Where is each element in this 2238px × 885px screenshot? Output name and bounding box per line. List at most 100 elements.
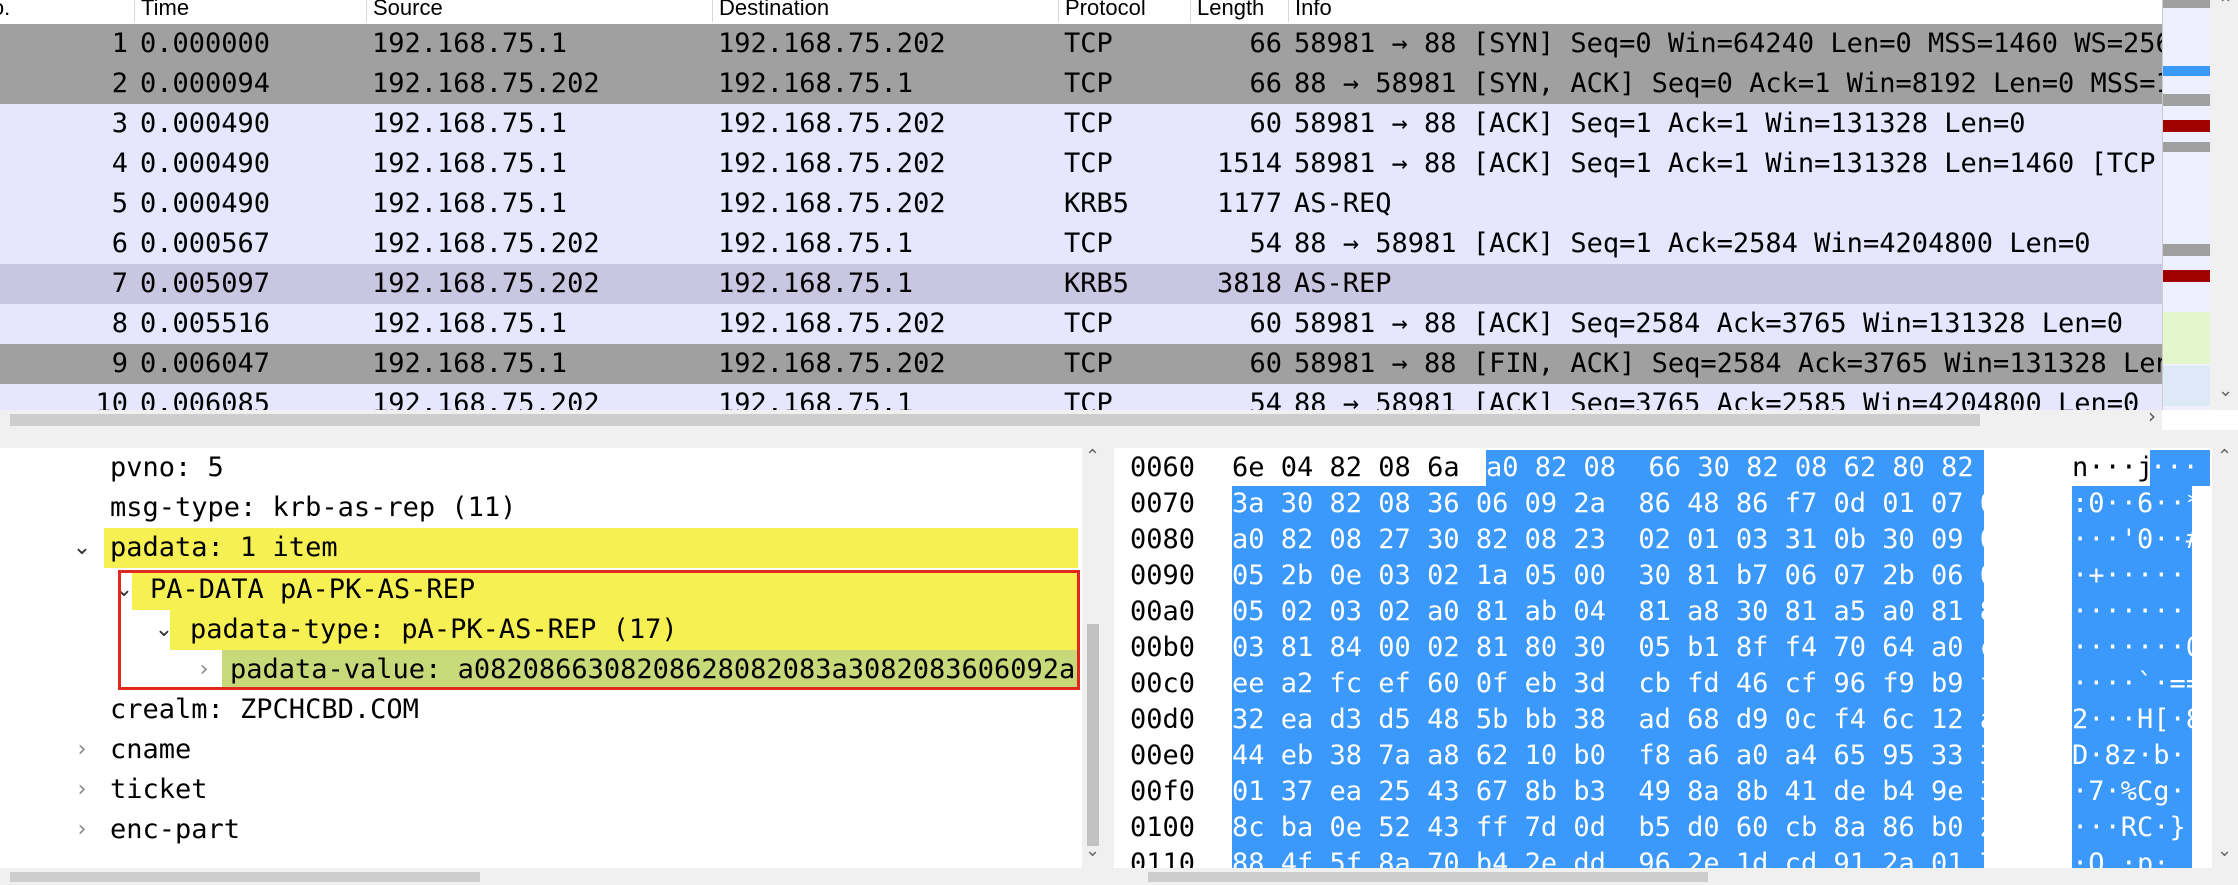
byte-ascii-selected[interactable]: ·7·%Cg·· bbox=[2072, 774, 2202, 810]
chevron-down-icon[interactable]: ⌄ bbox=[2218, 380, 2233, 401]
minimap-mark bbox=[2163, 270, 2211, 282]
chevron-up-icon[interactable]: ⌃ bbox=[1085, 448, 1100, 467]
chevron-down-icon[interactable]: ⌄ bbox=[1085, 840, 1100, 861]
column-header-time[interactable]: Time bbox=[134, 0, 363, 22]
detail-row-padata-value[interactable]: › padata-value: a0820866308208628082083a… bbox=[192, 650, 1078, 690]
column-header-no[interactable]: No. bbox=[0, 0, 106, 22]
detail-text: msg-type: krb-as-rep (11) bbox=[110, 492, 517, 523]
column-header-label: Length bbox=[1197, 0, 1265, 20]
byte-row: 0060 6e 04 82 08 6a a0 82 08 66 30 82 08 … bbox=[1114, 450, 2238, 486]
packet-bytes-pane[interactable]: 0060 6e 04 82 08 6a a0 82 08 66 30 82 08 … bbox=[1114, 448, 2238, 868]
column-header-length[interactable]: Length bbox=[1190, 0, 1287, 22]
packet-details-pane[interactable]: pvno: 5 msg-type: krb-as-rep (11) ⌄ pada… bbox=[0, 448, 1104, 868]
byte-ascii-selected[interactable]: ·O_·p·.· bbox=[2072, 846, 2202, 868]
packet-row[interactable]: 8 0.005516 192.168.75.1 192.168.75.202 TCP 60… bbox=[0, 304, 2162, 344]
packet-time: 0.000567 bbox=[140, 228, 271, 259]
packet-no: 1 bbox=[111, 28, 128, 59]
column-header-destination[interactable]: Destination bbox=[712, 0, 1059, 22]
scroll-right-arrow-icon[interactable]: › bbox=[2148, 404, 2156, 428]
byte-hex-selected[interactable]: 3a 30 82 08 36 06 09 2a 86 48 86 f7 0d 0… bbox=[1232, 486, 2012, 522]
byte-ascii-selected[interactable]: ···'0··# bbox=[2072, 522, 2202, 558]
chevron-down-icon[interactable]: ⌄ bbox=[152, 610, 176, 650]
packet-minimap[interactable] bbox=[2162, 0, 2211, 410]
byte-ascii-unselected[interactable]: n···j bbox=[2072, 450, 2153, 486]
chevron-down-icon[interactable]: ⌄ bbox=[70, 528, 94, 568]
packet-info: AS-REQ bbox=[1294, 188, 1392, 219]
byte-hex-selected[interactable]: a0 82 08 66 30 82 08 62 80 82 08 bbox=[1486, 450, 2022, 486]
byte-row: 00e0 44 eb 38 7a a8 62 10 b0 f8 a6 a0 a4 … bbox=[1114, 738, 2238, 774]
byte-offset: 00f0 bbox=[1130, 776, 1196, 807]
packet-row[interactable]: 10 0.006085 192.168.75.202 192.168.75.1 TCP 5… bbox=[0, 384, 2162, 410]
scrollbar-thumb[interactable] bbox=[10, 414, 1980, 426]
chevron-down-icon[interactable]: ⌄ bbox=[112, 570, 136, 610]
byte-ascii-selected[interactable]: D·8z·b·· bbox=[2072, 738, 2202, 774]
chevron-right-icon[interactable]: › bbox=[70, 730, 94, 770]
bytes-vertical-scrollbar[interactable]: ⌃ ⌄ bbox=[2212, 448, 2238, 868]
byte-ascii-selected[interactable]: ·······0 bbox=[2072, 630, 2202, 666]
packet-protocol: TCP bbox=[1064, 388, 1113, 410]
scrollbar-thumb[interactable] bbox=[1087, 624, 1099, 846]
byte-ascii-selected[interactable]: ····`·== bbox=[2072, 666, 2202, 702]
chevron-down-icon[interactable]: ⌄ bbox=[2217, 840, 2232, 861]
packet-row[interactable]: 7 0.005097 192.168.75.202 192.168.75.1 KRB5 3… bbox=[0, 264, 2162, 304]
packet-info: 88 → 58981 [ACK] Seq=3765 Ack=2585 Win=4… bbox=[1294, 388, 2140, 410]
byte-hex-selected[interactable]: 44 eb 38 7a a8 62 10 b0 f8 a6 a0 a4 65 9… bbox=[1232, 738, 2012, 774]
packet-source: 192.168.75.1 bbox=[372, 348, 568, 379]
byte-hex-selected[interactable]: 03 81 84 00 02 81 80 30 05 b1 8f f4 70 6… bbox=[1232, 630, 2012, 666]
byte-row: 0080 a0 82 08 27 30 82 08 23 02 01 03 31 … bbox=[1114, 522, 2238, 558]
chevron-right-icon[interactable]: › bbox=[70, 810, 94, 850]
pane-divider[interactable] bbox=[0, 430, 2238, 448]
byte-ascii-selected[interactable]: 2···H[·8 bbox=[2072, 702, 2202, 738]
column-header-protocol[interactable]: Protocol bbox=[1058, 0, 1183, 22]
scrollbar-thumb[interactable] bbox=[1148, 872, 1708, 882]
packet-row[interactable]: 9 0.006047 192.168.75.1 192.168.75.202 TCP 60… bbox=[0, 344, 2162, 384]
packet-list-vertical-scrollbar[interactable]: ⌃ ⌄ bbox=[2210, 0, 2238, 410]
byte-ascii-selected[interactable]: :0··6··* bbox=[2072, 486, 2202, 522]
chevron-right-icon[interactable]: › bbox=[70, 770, 94, 810]
chevron-up-icon[interactable]: ⌃ bbox=[2218, 0, 2233, 15]
packet-source: 192.168.75.1 bbox=[372, 188, 568, 219]
byte-hex-unselected[interactable]: 6e 04 82 08 6a bbox=[1232, 450, 1460, 486]
chevron-right-icon[interactable]: › bbox=[192, 650, 216, 690]
packet-row[interactable]: 1 0.000000 192.168.75.1 192.168.75.202 TCP 66… bbox=[0, 24, 2162, 64]
packet-protocol: TCP bbox=[1064, 308, 1113, 339]
byte-ascii-selected[interactable]: ·+······ bbox=[2072, 558, 2202, 594]
packet-rows: 1 0.000000 192.168.75.1 192.168.75.202 TCP 66… bbox=[0, 24, 2162, 410]
byte-hex-selected[interactable]: 01 37 ea 25 43 67 8b b3 49 8a 8b 41 de b… bbox=[1232, 774, 2012, 810]
byte-hex-selected[interactable]: 05 02 03 02 a0 81 ab 04 81 a8 30 81 a5 a… bbox=[1232, 594, 2012, 630]
byte-hex-selected[interactable]: 05 2b 0e 03 02 1a 05 00 30 81 b7 06 07 2… bbox=[1232, 558, 2012, 594]
scrollbar-thumb[interactable] bbox=[10, 872, 480, 882]
chevron-up-icon[interactable]: ⌃ bbox=[2217, 448, 2232, 467]
byte-hex-selected[interactable]: 32 ea d3 d5 48 5b bb 38 ad 68 d9 0c f4 6… bbox=[1232, 702, 2012, 738]
byte-offset: 00b0 bbox=[1130, 632, 1196, 663]
packet-row[interactable]: 5 0.000490 192.168.75.1 192.168.75.202 KRB5 1… bbox=[0, 184, 2162, 224]
column-header-info[interactable]: Info bbox=[1288, 0, 2155, 22]
column-header-label: Info bbox=[1295, 0, 1332, 20]
details-vertical-scrollbar[interactable]: ⌃ ⌄ bbox=[1082, 448, 1104, 868]
packet-list-horizontal-scrollbar[interactable]: › bbox=[0, 404, 2162, 430]
minimap-mark bbox=[2163, 120, 2211, 132]
byte-offset: 00a0 bbox=[1130, 596, 1196, 627]
packet-length: 60 bbox=[1249, 308, 1282, 339]
packet-row[interactable]: 2 0.000094 192.168.75.202 192.168.75.1 TCP 66… bbox=[0, 64, 2162, 104]
byte-hex-selected[interactable]: 88 4f 5f 8a 70 b4 2e dd 96 2e 1d cd 91 2… bbox=[1232, 846, 2012, 868]
packet-row[interactable]: 6 0.000567 192.168.75.202 192.168.75.1 TCP 54… bbox=[0, 224, 2162, 264]
column-header-source[interactable]: Source bbox=[366, 0, 713, 22]
byte-hex-selected[interactable]: 8c ba 0e 52 43 ff 7d 0d b5 d0 60 cb 8a 8… bbox=[1232, 810, 2012, 846]
packet-row[interactable]: 4 0.000490 192.168.75.1 192.168.75.202 TCP 15… bbox=[0, 144, 2162, 184]
packet-source: 192.168.75.202 bbox=[372, 68, 600, 99]
byte-ascii-selected[interactable]: ··· bbox=[2150, 450, 2210, 486]
byte-row: 0110 88 4f 5f 8a 70 b4 2e dd 96 2e 1d cd … bbox=[1114, 846, 2238, 868]
packet-row[interactable]: 3 0.000490 192.168.75.1 192.168.75.202 TCP 60… bbox=[0, 104, 2162, 144]
packet-list-pane[interactable]: No. Time Source Destination Protocol Len… bbox=[0, 0, 2238, 430]
bottom-horizontal-scrollbars[interactable] bbox=[0, 868, 2238, 885]
byte-offset: 00c0 bbox=[1130, 668, 1196, 699]
byte-ascii-selected[interactable]: ········ bbox=[2072, 594, 2202, 630]
byte-hex-selected[interactable]: ee a2 fc ef 60 0f eb 3d cb fd 46 cf 96 f… bbox=[1232, 666, 2012, 702]
byte-ascii-selected[interactable]: ···RC·}· bbox=[2072, 810, 2202, 846]
packet-destination: 192.168.75.202 bbox=[718, 348, 946, 379]
detail-text: ticket bbox=[110, 774, 208, 805]
byte-offset: 0090 bbox=[1130, 560, 1196, 591]
packet-length: 54 bbox=[1249, 228, 1282, 259]
byte-hex-selected[interactable]: a0 82 08 27 30 82 08 23 02 01 03 31 0b 3… bbox=[1232, 522, 2012, 558]
